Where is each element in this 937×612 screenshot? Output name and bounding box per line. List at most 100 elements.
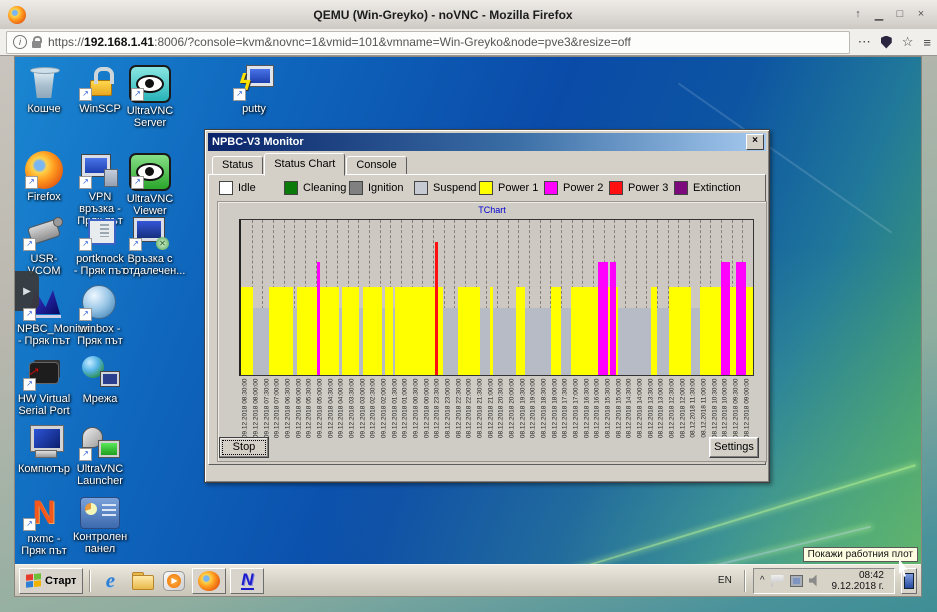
x-axis-label: 08.12.2018 23:00:00	[443, 377, 454, 459]
x-axis-label: 08.12.2018 18:00:00	[549, 377, 560, 459]
desktop-icon-uvnc-server[interactable]: ↗UltraVNC Server	[123, 63, 177, 129]
desktop-icon-winscp[interactable]: ↗WinSCP	[73, 63, 127, 115]
desktop-icon-usr-vcom[interactable]: ↗USR-VCOM	[17, 213, 71, 277]
legend-swatch	[674, 181, 688, 195]
desktop-icon-hw-virtual-serial-port[interactable]: ↗HW Virtual Serial Port	[17, 353, 71, 417]
volume-muted-icon[interactable]	[809, 575, 822, 587]
chart-bar-power1	[320, 287, 339, 375]
hamburger-menu-icon[interactable]: ≡	[923, 35, 931, 50]
desktop-icon-label: putty	[227, 103, 281, 115]
desktop-icon-control-panel[interactable]: Контролен панел	[73, 493, 127, 555]
tab-console[interactable]: Console	[346, 156, 406, 175]
url-scheme: https://	[48, 35, 84, 49]
chart-bar-suspend	[691, 308, 700, 375]
page-actions-icon[interactable]: ⋯	[858, 34, 871, 50]
novnc-control-bar-handle[interactable]: ▶	[15, 271, 39, 311]
x-axis-label: 09.12.2018 02:00:00	[379, 377, 390, 459]
language-indicator[interactable]: EN	[714, 575, 736, 586]
x-axis-label: 09.12.2018 05:30:00	[304, 377, 315, 459]
action-center-flag-icon[interactable]	[771, 575, 784, 587]
tab-status[interactable]: Status	[212, 156, 263, 175]
legend-item-power-3: Power 3	[609, 181, 674, 195]
chart-bar-suspend	[618, 308, 651, 375]
bookmark-star-icon[interactable]: ☆	[902, 34, 914, 50]
firefox-logo-icon	[8, 6, 26, 24]
x-axis-label: 09.12.2018 03:30:00	[347, 377, 358, 459]
chart-bar-power2	[736, 262, 746, 375]
chart-panel: TChart 09.12.2018 08:30:0009.12.2018 08:…	[217, 201, 767, 462]
desktop-icon-label: Кошче	[17, 103, 71, 115]
chart-bar-suspend	[525, 308, 551, 375]
media-player-icon[interactable]	[160, 568, 188, 594]
desktop-icon-portknock[interactable]: ↗portknock - Пряк път	[73, 213, 127, 277]
taskbar-npbc-button[interactable]	[230, 568, 264, 594]
network-icon	[79, 353, 121, 391]
lock-icon[interactable]	[32, 41, 41, 48]
page-info-icon[interactable]: i	[13, 35, 27, 49]
taskbar-firefox-button[interactable]	[192, 568, 226, 594]
chart-bar-suspend	[493, 308, 516, 375]
chart-bar-power2	[598, 262, 608, 375]
start-button[interactable]: Старт	[19, 568, 83, 594]
window-minimize-button[interactable]: ▁	[873, 8, 885, 21]
legend-item-power-1: Power 1	[479, 181, 544, 195]
window-maximize-button[interactable]: □	[894, 8, 906, 21]
shortcut-badge-icon: ↗	[79, 238, 92, 251]
shortcut-badge-icon: ↗	[129, 238, 142, 251]
control-panel-icon	[80, 497, 120, 529]
shortcut-badge-icon: ↗	[79, 448, 92, 461]
portknock-icon: ↗	[79, 213, 121, 251]
uvnc-viewer-icon: ↗	[129, 153, 171, 191]
shortcut-badge-icon: ↗	[79, 176, 92, 189]
desktop-icon-uvnc-launcher[interactable]: ↗UltraVNC Launcher	[73, 423, 127, 487]
legend-label: Power 3	[628, 182, 668, 194]
desktop-icon-label: Връзка с отдалечен...	[123, 253, 177, 277]
desktop-icon-network[interactable]: Мрежа	[73, 353, 127, 405]
show-hidden-icons-chevron[interactable]: ^	[760, 575, 765, 586]
window-shade-button[interactable]: ↑	[852, 8, 864, 21]
legend-label: Ignition	[368, 182, 403, 194]
settings-button[interactable]: Settings	[709, 437, 759, 458]
desktop-icon-recycle-bin[interactable]: Кошче	[17, 63, 71, 115]
network-status-icon[interactable]	[790, 575, 803, 587]
desktop-icon-remote-desktop[interactable]: ↗ Връзка с отдалечен...	[123, 213, 177, 277]
shortcut-badge-icon: ↗	[23, 518, 36, 531]
novnc-remote-screen[interactable]: Кошче↗WinSCP↗UltraVNC Server↗putty↗Firef…	[14, 56, 922, 597]
npbc-window-titlebar[interactable]: NPBC-V3 Monitor ×	[208, 133, 766, 151]
chart-bar-power2	[721, 262, 730, 375]
x-axis-label: 08.12.2018 11:00:00	[699, 377, 710, 459]
npbc-window-title: NPBC-V3 Monitor	[208, 136, 746, 148]
npbc-close-button[interactable]: ×	[746, 134, 764, 150]
taskbar-clock[interactable]: 08:42 9.12.2018 г.	[828, 570, 888, 592]
chart-bar-power1	[297, 287, 317, 375]
legend-label: Power 1	[498, 182, 538, 194]
clock-time: 08:42	[832, 570, 884, 581]
stop-button[interactable]: Stop	[219, 437, 269, 458]
desktop-icon-label: HW Virtual Serial Port	[17, 393, 71, 417]
recycle-bin-icon	[23, 63, 65, 101]
internet-explorer-icon[interactable]	[96, 568, 124, 594]
npbc-monitor-window: NPBC-V3 Monitor × StatusStatus ChartCons…	[204, 129, 770, 483]
x-axis-label: 08.12.2018 20:30:00	[496, 377, 507, 459]
start-button-label: Старт	[45, 575, 76, 587]
desktop-icon-winbox[interactable]: ↗winbox - Пряк път	[73, 283, 127, 347]
x-axis-label: 09.12.2018 05:00:00	[315, 377, 326, 459]
desktop-icon-label: UltraVNC Server	[123, 105, 177, 129]
desktop-icon-computer[interactable]: Компютър	[17, 423, 71, 475]
window-close-button[interactable]: ×	[915, 8, 927, 21]
desktop-icon-firefox[interactable]: ↗Firefox	[17, 151, 71, 203]
desktop-icon-label: nxmc - Пряк път	[17, 533, 71, 557]
url-field[interactable]: i https://192.168.1.41:8006/?console=kvm…	[6, 31, 850, 54]
desktop-icon-nxmc[interactable]: ↗ nxmc - Пряк път	[17, 493, 71, 557]
desktop-icon-uvnc-viewer[interactable]: ↗UltraVNC Viewer	[123, 151, 177, 217]
x-axis-label: 09.12.2018 04:30:00	[325, 377, 336, 459]
browser-window-title: QEMU (Win-Greyko) - noVNC - Mozilla Fire…	[34, 8, 852, 22]
chart-bar-power1	[395, 287, 435, 375]
x-axis-label: 08.12.2018 19:30:00	[517, 377, 528, 459]
x-axis-label: 08.12.2018 22:30:00	[453, 377, 464, 459]
file-explorer-icon[interactable]	[128, 568, 156, 594]
desktop-icon-putty[interactable]: ↗putty	[227, 63, 281, 115]
tracking-shield-icon[interactable]	[881, 36, 892, 49]
tab-status-chart[interactable]: Status Chart	[264, 153, 345, 176]
x-axis-label: 08.12.2018 21:30:00	[475, 377, 486, 459]
